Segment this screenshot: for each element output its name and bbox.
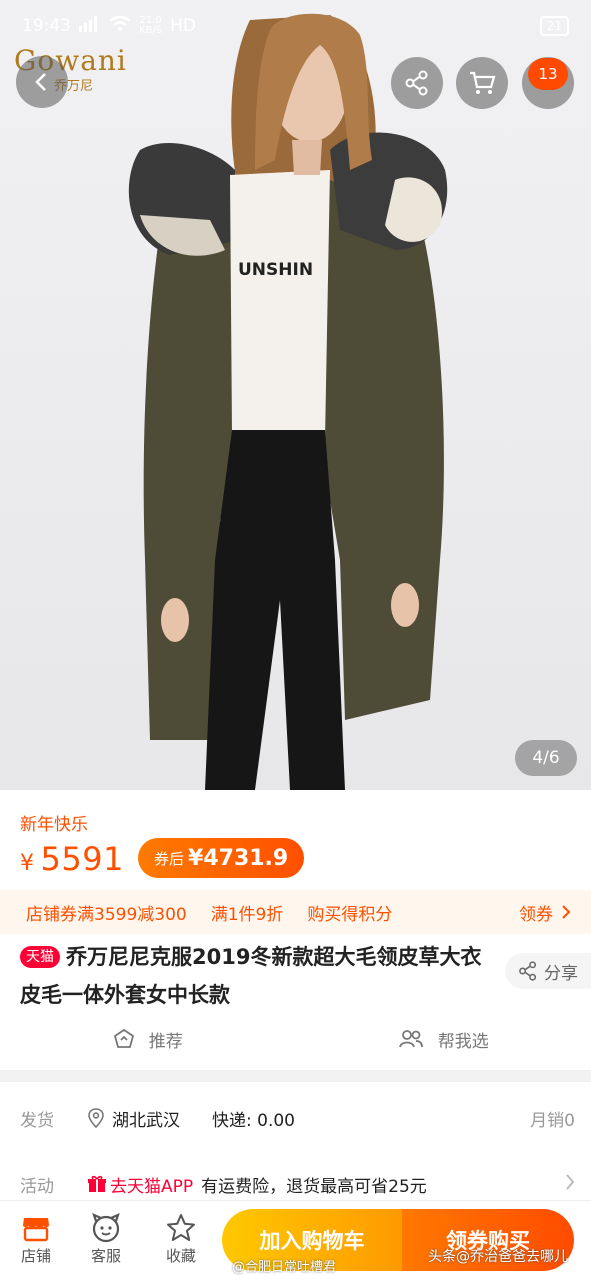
product-price: ¥5591	[20, 840, 124, 878]
activity-label: 活动	[20, 1176, 54, 1197]
help-choose-button[interactable]: 帮我选	[296, 1022, 591, 1056]
help-choose-label: 帮我选	[437, 1031, 489, 1052]
battery-indicator: 21	[539, 16, 569, 36]
tmall-tag: 天猫	[20, 946, 60, 968]
status-time: 19:43	[22, 16, 71, 36]
cart-button[interactable]	[456, 57, 508, 109]
ship-location: 湖北武汉	[88, 1106, 180, 1131]
image-page-indicator: 4/6	[515, 740, 577, 776]
chevron-right-icon	[565, 1173, 575, 1195]
back-button[interactable]	[16, 56, 68, 108]
tmall-app-link[interactable]: 去天猫APP	[88, 1172, 193, 1197]
favorite-tab[interactable]: 收藏	[151, 1211, 211, 1266]
chevron-right-icon	[562, 905, 571, 919]
customer-service-icon	[92, 1213, 120, 1243]
product-actions-row: 推荐 帮我选	[0, 1022, 591, 1056]
product-info-card: 新年快乐 ¥5591 券后 ¥4731.9 店铺券满3599减300 满1件9折…	[0, 790, 591, 1070]
cart-icon	[470, 71, 496, 94]
price-value: 5591	[40, 840, 124, 878]
gift-icon	[88, 1175, 106, 1192]
network-speed: 21.0 KB/S	[139, 16, 162, 36]
customer-service-tab[interactable]: 客服	[76, 1211, 136, 1266]
recommend-icon	[113, 1028, 134, 1048]
share-product-button[interactable]: 分享	[505, 953, 591, 989]
monthly-sales: 月销0	[530, 1110, 575, 1131]
product-photo: UNSHIN	[128, 13, 448, 790]
shop-label: 店铺	[20, 1247, 51, 1265]
cart-count-badge: 13	[528, 58, 568, 90]
shop-tab[interactable]: 店铺	[6, 1211, 66, 1266]
location-pin-icon	[88, 1108, 104, 1128]
ship-label: 发货	[20, 1110, 54, 1131]
back-arrow-icon	[35, 73, 46, 91]
offer-points: 购买得积分	[307, 904, 393, 925]
watermark-text: 头条@乔治爸爸去哪儿	[428, 1249, 568, 1265]
shop-icon	[23, 1218, 49, 1242]
wifi-icon	[109, 15, 131, 37]
activity-text: 有运费险，退货最高可省25元	[201, 1176, 427, 1197]
share-label: 分享	[544, 963, 578, 984]
star-icon	[167, 1214, 195, 1241]
shipping-card: 发货 湖北武汉 快递: 0.00 月销0 活动 去天猫APP 有运费险，退货最高…	[0, 1082, 591, 1200]
signal-icon	[79, 15, 101, 37]
product-title-text: 乔万尼尼克服2019冬新款超大毛领皮草大衣皮毛一体外套女中长款	[20, 945, 482, 1007]
watermark-text: @合肥日常吐槽君	[232, 1260, 337, 1275]
product-title: 天猫 乔万尼尼克服2019冬新款超大毛领皮草大衣皮毛一体外套女中长款	[20, 938, 490, 1014]
share-button[interactable]	[391, 57, 443, 109]
offer-discount: 满1件9折	[210, 904, 284, 925]
people-icon	[398, 1030, 423, 1048]
hd-indicator: HD	[170, 16, 197, 36]
favorite-label: 收藏	[165, 1247, 196, 1265]
network-speed-unit: KB/S	[139, 25, 163, 36]
get-coupon-label: 领券	[519, 904, 553, 925]
ship-location-text: 湖北武汉	[112, 1110, 180, 1131]
get-coupon-link[interactable]: 领券	[519, 900, 571, 925]
coupon-price-label: 券后	[154, 849, 185, 868]
share-icon	[519, 961, 537, 981]
coupon-price-value: ¥4731.9	[188, 845, 289, 871]
share-icon	[405, 70, 428, 96]
shirt-print-text: UNSHIN	[238, 260, 313, 280]
activity-row[interactable]: 活动 去天猫APP 有运费险，退货最高可省25元	[20, 1166, 575, 1202]
offer-store-coupon: 店铺券满3599减300	[26, 904, 187, 925]
delivery-fee: 快递: 0.00	[212, 1110, 295, 1131]
price-currency: ¥	[20, 851, 35, 876]
tmall-app-label: 去天猫APP	[110, 1176, 194, 1197]
service-label: 客服	[90, 1247, 121, 1265]
shipping-row[interactable]: 发货 湖北武汉 快递: 0.00 月销0	[20, 1100, 575, 1136]
product-image-carousel[interactable]: UNSHIN 19:43 21.0 KB/S HD 21 Gowani 乔万尼 …	[0, 0, 591, 790]
promo-label: 新年快乐	[20, 815, 88, 835]
recommend-label: 推荐	[148, 1031, 183, 1052]
recommend-button[interactable]: 推荐	[0, 1022, 296, 1056]
coupon-price-badge: 券后 ¥4731.9	[138, 838, 305, 878]
offers-bar[interactable]: 店铺券满3599减300 满1件9折 购买得积分 领券	[0, 890, 591, 934]
